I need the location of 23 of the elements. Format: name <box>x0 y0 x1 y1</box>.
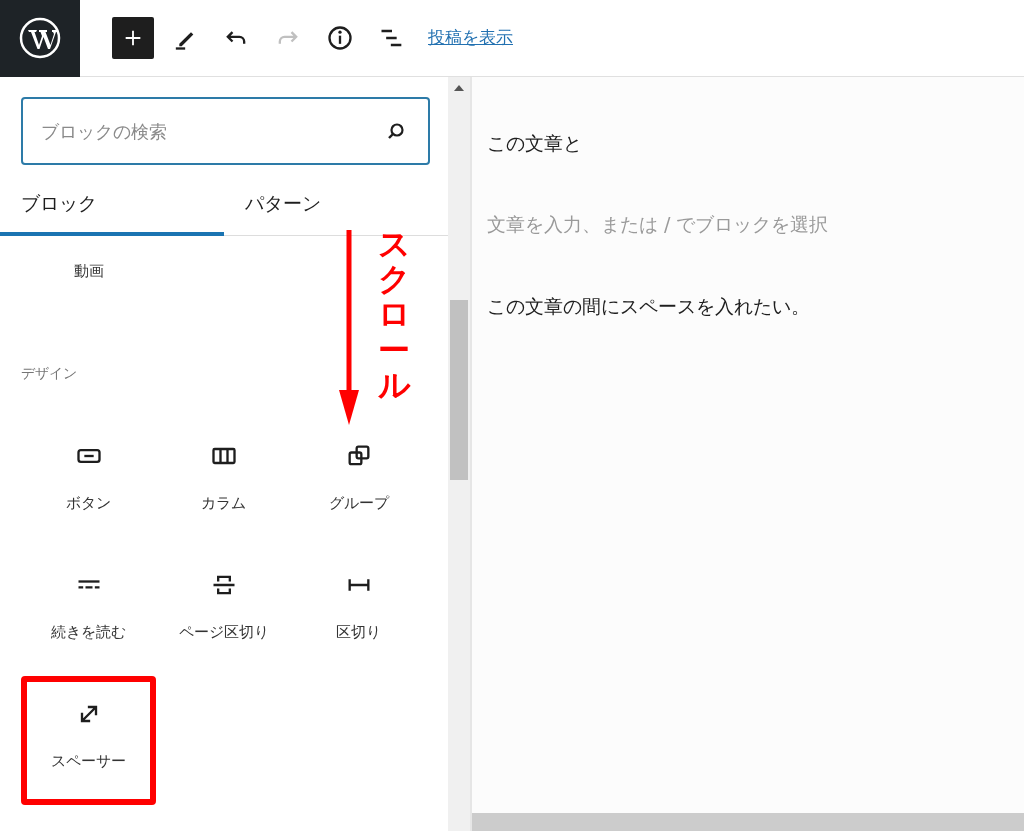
paragraph-text[interactable]: この文章の間にスペースを入れたい。 <box>487 292 810 321</box>
paragraph-text[interactable]: この文章と <box>487 129 582 158</box>
block-item[interactable]: カラム <box>156 417 291 547</box>
search-field[interactable]: ブロックの検索 <box>21 97 430 165</box>
horizontal-scrollbar[interactable] <box>472 813 1024 831</box>
block-item[interactable]: グループ <box>291 417 426 547</box>
block-item[interactable]: ページ区切り <box>156 546 291 676</box>
info-icon <box>326 24 354 52</box>
tab[interactable]: ブロック <box>0 189 224 236</box>
wordpress-logo[interactable] <box>0 0 80 77</box>
scrollbar-thumb[interactable] <box>450 300 468 480</box>
scroll-up-icon[interactable] <box>454 85 464 91</box>
block-item[interactable]: 区切り <box>291 546 426 676</box>
view-post-link[interactable]: 投稿を表示 <box>428 25 513 51</box>
block-label: 動画 <box>72 261 105 282</box>
block-item[interactable]: スペーサー <box>21 675 156 805</box>
section-title: デザイン <box>21 363 78 383</box>
annotation-text: スクロール <box>378 227 410 403</box>
block-item[interactable]: ボタン <box>21 417 156 547</box>
search-icon <box>387 122 405 140</box>
block-item[interactable]: 続きを読む <box>21 546 156 676</box>
add-button[interactable] <box>112 17 154 59</box>
scrollbar[interactable] <box>448 77 470 831</box>
